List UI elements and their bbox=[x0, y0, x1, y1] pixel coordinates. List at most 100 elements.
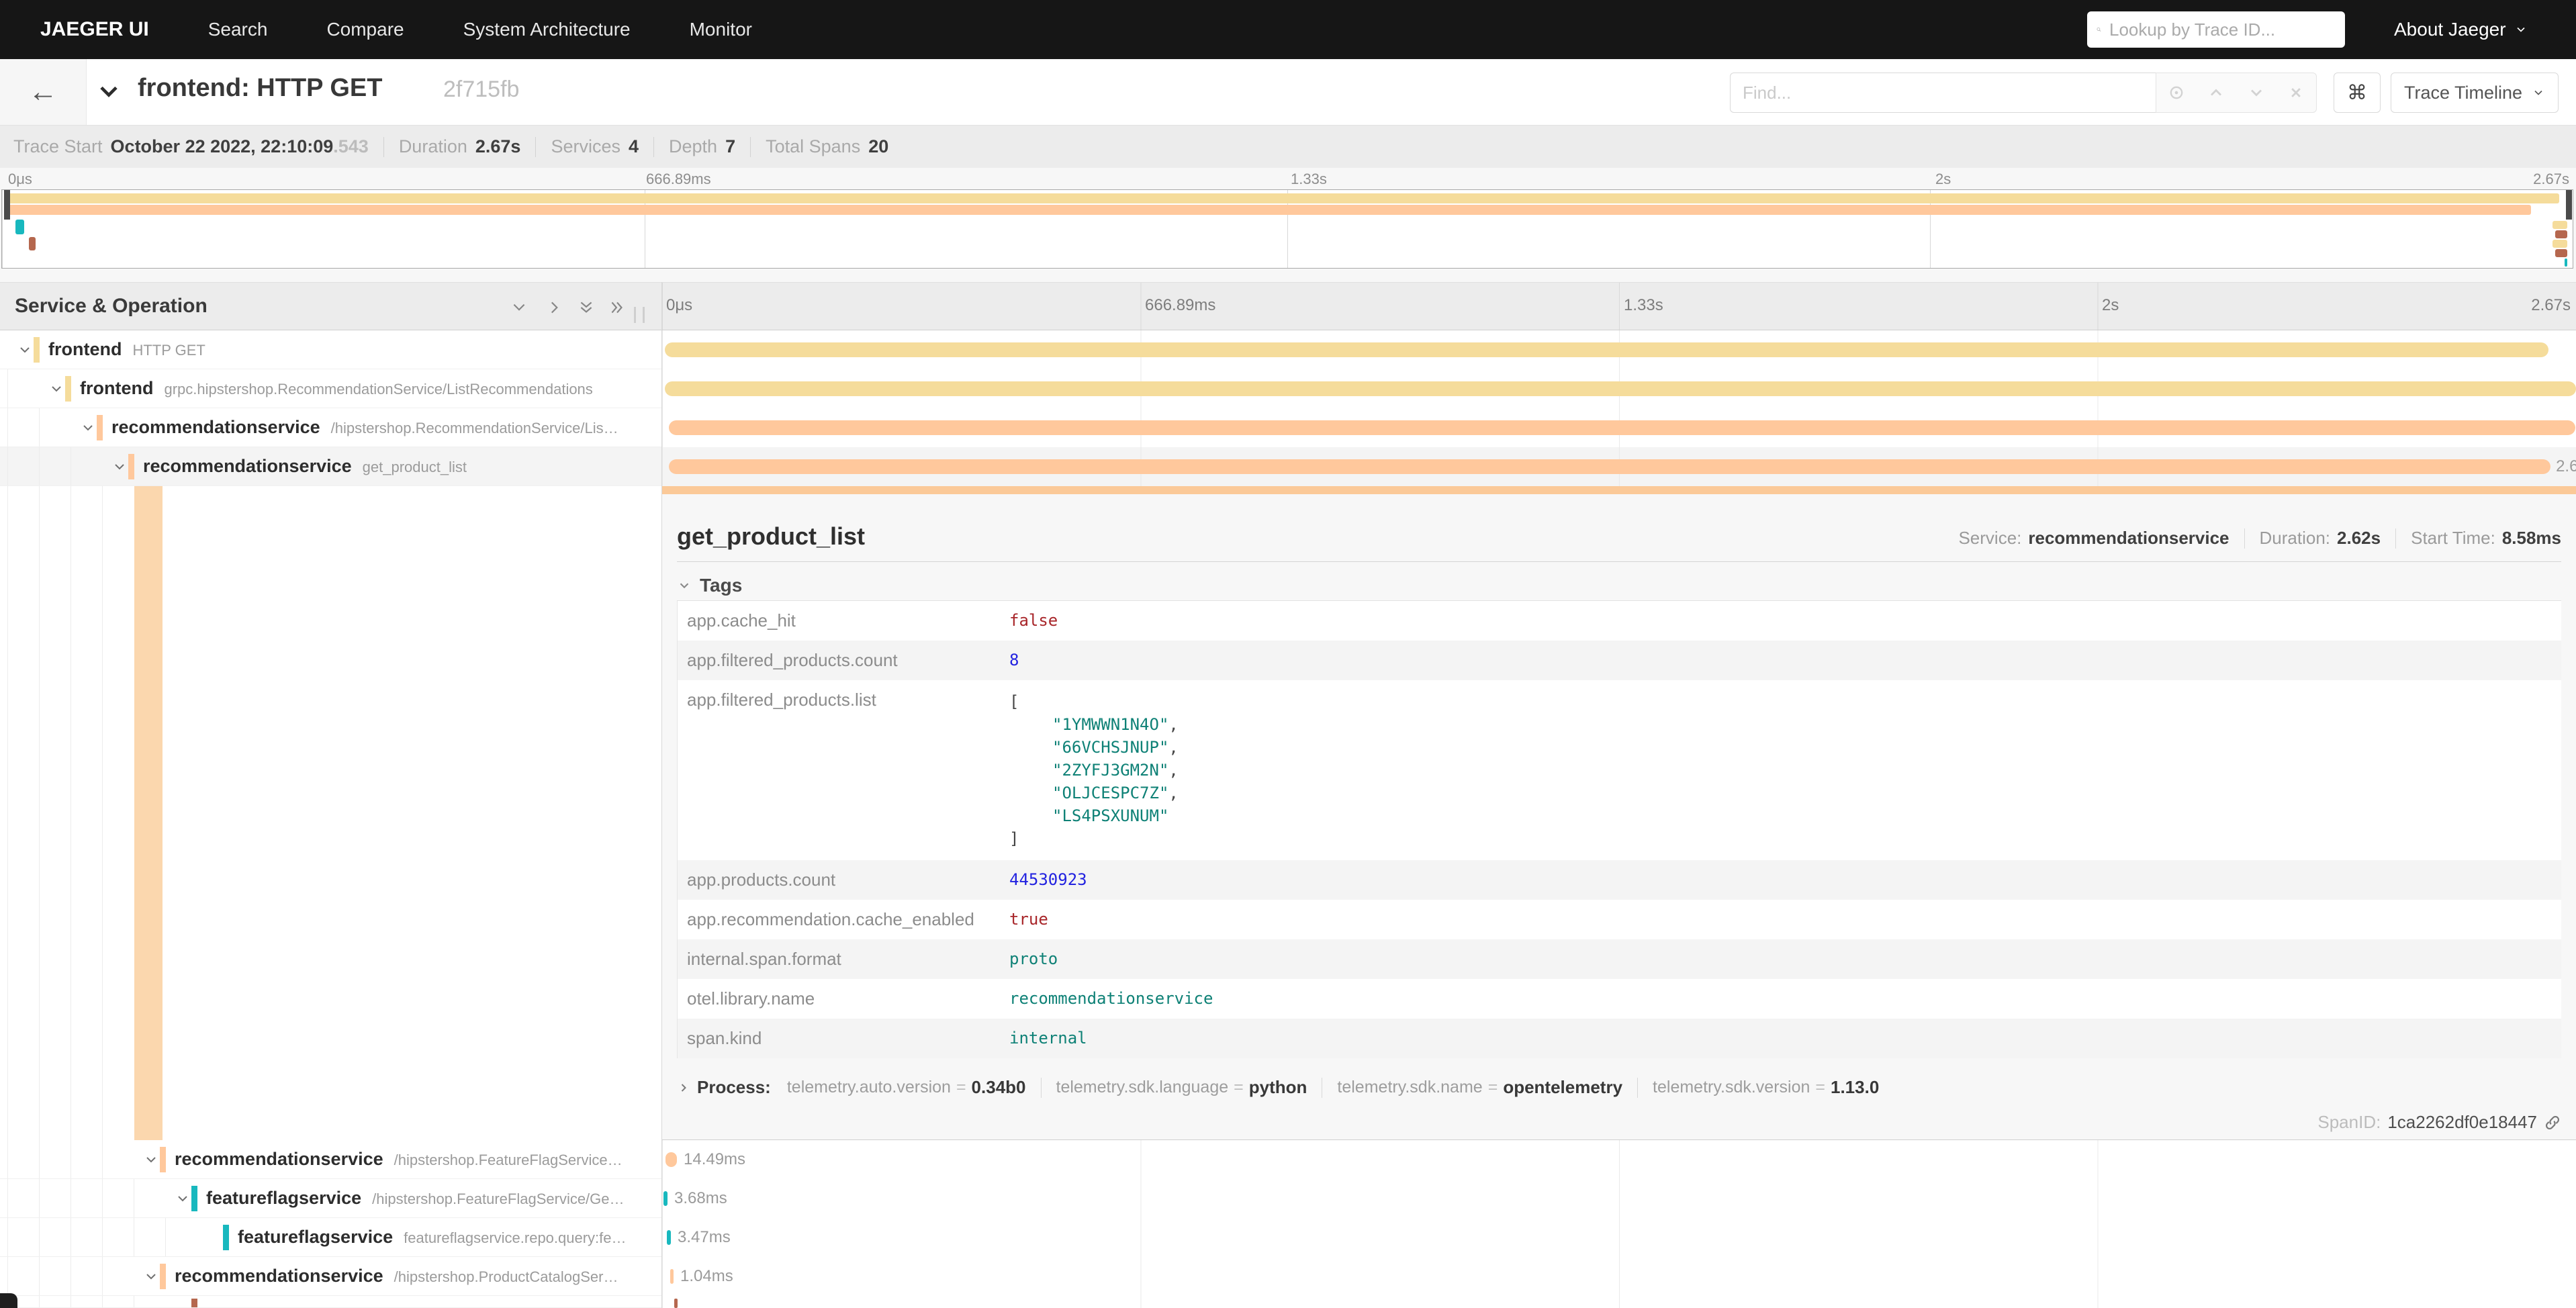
trace-start-value: October 22 2022, 22:10:09.543 bbox=[111, 136, 369, 157]
chevron-down-icon[interactable] bbox=[175, 1190, 191, 1207]
trace-lookup-search[interactable] bbox=[2087, 11, 2345, 48]
chevron-down-icon[interactable] bbox=[143, 1152, 159, 1168]
timeline-ticks: 0μs 666.89ms 1.33s 2s 2.67s bbox=[662, 283, 2576, 330]
trace-title: frontend: HTTP GET bbox=[138, 74, 383, 103]
services-value: 4 bbox=[629, 136, 639, 157]
duration-value: 2.67s bbox=[475, 136, 521, 157]
chevron-down-icon[interactable] bbox=[48, 381, 64, 397]
span-bar[interactable] bbox=[665, 381, 2576, 396]
process-tag: telemetry.sdk.version=1.13.0 bbox=[1653, 1077, 1879, 1098]
tag-row: app.filtered_products.count 8 bbox=[678, 641, 2561, 680]
expand-one-icon[interactable] bbox=[545, 299, 563, 316]
trace-minimap: 0μs 666.89ms 1.33s 2s 2.67s bbox=[0, 168, 2576, 282]
total-spans-label: Total Spans bbox=[766, 136, 860, 157]
tag-row: app.products.count 44530923 bbox=[678, 860, 2561, 900]
service-color-bar bbox=[223, 1225, 229, 1250]
trace-view-selector[interactable]: Trace Timeline bbox=[2391, 73, 2559, 113]
span-detail-panel: get_product_list Service:recommendations… bbox=[662, 486, 2576, 1140]
tag-json-list: [ "1YMWWN1N4O", "66VCHSJNUP", "2ZYFJ3GM2… bbox=[1009, 680, 1179, 860]
timeline-grid-header: Service & Operation 0μs 666.89ms 1.33s 2… bbox=[0, 282, 2576, 330]
brand-jaeger-ui[interactable]: JAEGER UI bbox=[40, 18, 149, 41]
process-section-toggle[interactable]: Process: telemetry.auto.version=0.34b0 t… bbox=[677, 1077, 1879, 1098]
top-navbar: JAEGER UI Search Compare System Architec… bbox=[0, 0, 2576, 59]
service-color-bar bbox=[191, 1299, 197, 1308]
chevron-down-icon[interactable] bbox=[143, 1268, 159, 1284]
service-operation-header: Service & Operation bbox=[15, 295, 208, 318]
tags-table: app.cache_hit false app.filtered_product… bbox=[677, 600, 2561, 1058]
depth-value: 7 bbox=[725, 136, 735, 157]
about-jaeger-menu[interactable]: About Jaeger bbox=[2394, 0, 2528, 59]
minimap-right-handle[interactable] bbox=[2566, 190, 2572, 220]
nav-item-compare[interactable]: Compare bbox=[326, 19, 404, 40]
expand-all-icon[interactable] bbox=[608, 299, 626, 316]
span-detail-meta: Service:recommendationservice Duration:2… bbox=[1958, 528, 2561, 549]
chevron-down-icon[interactable] bbox=[111, 459, 128, 475]
span-detail-row: get_product_list Service:recommendations… bbox=[0, 486, 2576, 1140]
process-tag: telemetry.sdk.name=opentelemetry bbox=[1337, 1077, 1622, 1098]
span-bar[interactable] bbox=[665, 342, 2548, 357]
trace-start-label: Trace Start bbox=[13, 136, 103, 157]
span-bar[interactable] bbox=[663, 1191, 668, 1206]
nav-item-system-architecture[interactable]: System Architecture bbox=[463, 19, 631, 40]
tag-row: span.kind internal bbox=[678, 1019, 2561, 1058]
service-color-bar bbox=[97, 415, 103, 440]
chevron-right-icon bbox=[677, 1081, 690, 1094]
span-row-partial[interactable] bbox=[0, 1296, 2576, 1308]
span-tree-offset bbox=[0, 486, 661, 1140]
span-bar[interactable] bbox=[669, 420, 2575, 435]
span-row-get-product-list[interactable]: recommendationserviceget_product_list 2.… bbox=[0, 447, 2576, 486]
total-spans-value: 20 bbox=[868, 136, 888, 157]
collapse-all-icon[interactable] bbox=[578, 299, 595, 316]
trace-lookup-input[interactable] bbox=[2108, 19, 2336, 41]
nav-item-search[interactable]: Search bbox=[208, 19, 268, 40]
chevron-down-icon bbox=[2514, 23, 2528, 36]
span-bar[interactable] bbox=[670, 1269, 674, 1284]
back-button[interactable]: ← bbox=[0, 59, 87, 125]
focus-match-icon[interactable] bbox=[2167, 83, 2186, 102]
trace-summary-bar: Trace Start October 22 2022, 22:10:09.54… bbox=[0, 126, 2576, 168]
clear-find-icon[interactable] bbox=[2287, 83, 2305, 102]
column-resize-grip[interactable] bbox=[634, 307, 645, 323]
collapse-trace-chevron-icon[interactable] bbox=[94, 77, 124, 106]
deep-link-icon[interactable] bbox=[2544, 1114, 2561, 1131]
minimap-tick-1: 666.89ms bbox=[646, 171, 711, 188]
span-row-featureflag-get[interactable]: featureflagservice/hipstershop.FeatureFl… bbox=[0, 1179, 2576, 1218]
span-row-rec-featureflagservice[interactable]: recommendationservice/hipstershop.Featur… bbox=[0, 1140, 2576, 1179]
keyboard-shortcuts-button[interactable]: ⌘ bbox=[2334, 73, 2381, 113]
chevron-down-icon[interactable] bbox=[80, 420, 96, 436]
span-row-recommendation-listrec[interactable]: recommendationservice/hipstershop.Recomm… bbox=[0, 408, 2576, 447]
span-row-frontend-httpget[interactable]: frontendHTTP GET bbox=[0, 330, 2576, 369]
tags-section-toggle[interactable]: Tags bbox=[677, 575, 742, 596]
process-tag: telemetry.sdk.language=python bbox=[1056, 1077, 1307, 1098]
span-bar[interactable] bbox=[665, 1152, 677, 1167]
span-row-frontend-grpc[interactable]: frontendgrpc.hipstershop.RecommendationS… bbox=[0, 369, 2576, 408]
span-bar-selected[interactable] bbox=[669, 459, 2550, 474]
nav-item-monitor[interactable]: Monitor bbox=[690, 19, 752, 40]
span-row-rec-productcatalog[interactable]: recommendationservice/hipstershop.Produc… bbox=[0, 1257, 2576, 1296]
chevron-down-icon bbox=[677, 578, 692, 593]
collapse-one-icon[interactable] bbox=[510, 299, 528, 316]
depth-label: Depth bbox=[669, 136, 717, 157]
selected-span-band[interactable] bbox=[134, 486, 163, 1140]
span-row-featureflag-repo-query[interactable]: featureflagservicefeatureflagservice.rep… bbox=[0, 1218, 2576, 1257]
next-match-icon[interactable] bbox=[2247, 83, 2266, 102]
find-input[interactable] bbox=[1730, 73, 2156, 113]
minimap-canvas[interactable] bbox=[1, 189, 2573, 269]
services-label: Services bbox=[551, 136, 620, 157]
tag-row: internal.span.format proto bbox=[678, 939, 2561, 979]
span-duration-label: 2.62s bbox=[2556, 457, 2576, 476]
minimap-left-handle[interactable] bbox=[4, 190, 10, 220]
duration-label: Duration bbox=[399, 136, 467, 157]
service-color-bar bbox=[34, 337, 40, 363]
prev-match-icon[interactable] bbox=[2207, 83, 2225, 102]
chevron-down-icon[interactable] bbox=[17, 342, 33, 358]
span-detail-title: get_product_list bbox=[677, 522, 865, 551]
column-divider[interactable] bbox=[661, 282, 662, 1308]
span-bar[interactable] bbox=[667, 1230, 671, 1245]
process-tag: telemetry.auto.version=0.34b0 bbox=[787, 1077, 1026, 1098]
service-color-bar bbox=[65, 376, 71, 402]
span-bar[interactable] bbox=[674, 1299, 678, 1308]
tag-row: otel.library.name recommendationservice bbox=[678, 979, 2561, 1019]
scroll-indicator bbox=[0, 1293, 17, 1308]
span-color-strip bbox=[662, 486, 2576, 494]
